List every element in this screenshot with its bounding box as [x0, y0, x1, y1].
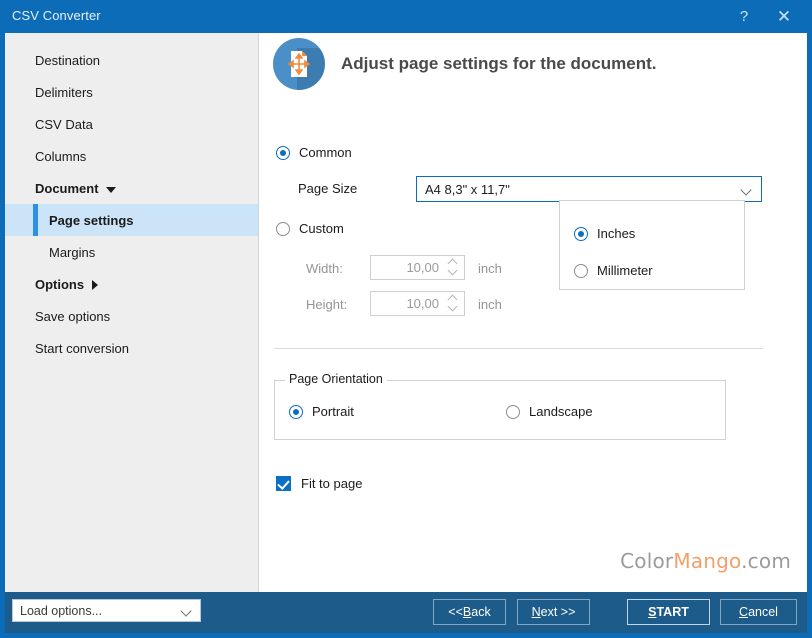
window-title: CSV Converter	[12, 8, 101, 23]
start-button-suffix: TART	[656, 605, 688, 619]
sidebar-item-label: Start conversion	[35, 341, 129, 356]
height-stepper[interactable]: 10,00	[370, 291, 465, 316]
watermark-part2: Mango	[673, 549, 741, 573]
radio-custom[interactable]: Custom	[276, 221, 344, 236]
sidebar-item-margins[interactable]: Margins	[5, 236, 258, 268]
page-size-select[interactable]: A4 8,3" x 11,7"	[416, 176, 762, 202]
sidebar-item-label: CSV Data	[35, 117, 93, 132]
application-window: CSV Converter ? ✕ Destination Delimiters…	[0, 0, 812, 638]
radio-millimeter-indicator	[574, 264, 588, 278]
width-unit-label: inch	[478, 261, 502, 276]
sidebar-group-label: Options	[35, 277, 84, 292]
sidebar-item-columns[interactable]: Columns	[5, 140, 258, 172]
radio-inches[interactable]: Inches	[574, 226, 635, 241]
content-pane: Adjust page settings for the document. C…	[260, 33, 807, 600]
start-button-accel: S	[648, 605, 656, 619]
watermark-part3: .com	[741, 549, 791, 573]
page-size-value: A4 8,3" x 11,7"	[425, 182, 510, 197]
checkbox-indicator	[276, 476, 291, 491]
radio-custom-indicator	[276, 222, 290, 236]
radio-common-label: Common	[299, 145, 352, 160]
sidebar-item-label: Save options	[35, 309, 110, 324]
load-options-value: Load options...	[20, 604, 102, 618]
start-button[interactable]: START	[627, 599, 710, 625]
radio-landscape-label: Landscape	[529, 404, 593, 419]
sidebar: Destination Delimiters CSV Data Columns …	[5, 33, 259, 600]
radio-common[interactable]: Common	[276, 145, 352, 160]
caret-down-icon	[106, 187, 116, 193]
close-icon[interactable]: ✕	[764, 0, 804, 33]
sidebar-group-document[interactable]: Document	[5, 172, 258, 204]
bottom-toolbar: Load options... << Back Next >> START Ca…	[5, 592, 807, 633]
height-unit-label: inch	[478, 297, 502, 312]
radio-inches-indicator	[574, 227, 588, 241]
sidebar-item-page-settings[interactable]: Page settings	[5, 204, 258, 236]
sidebar-group-label: Document	[35, 181, 99, 196]
radio-millimeter-label: Millimeter	[597, 263, 653, 278]
sidebar-item-save-options[interactable]: Save options	[5, 300, 258, 332]
spinner-arrows-icon[interactable]	[445, 256, 462, 279]
radio-portrait[interactable]: Portrait	[289, 404, 354, 419]
radio-portrait-indicator	[289, 405, 303, 419]
width-label: Width:	[306, 261, 343, 276]
width-value: 10,00	[371, 260, 445, 275]
height-label: Height:	[306, 297, 347, 312]
radio-landscape-indicator	[506, 405, 520, 419]
fit-to-page-label: Fit to page	[301, 476, 362, 491]
spinner-arrows-icon[interactable]	[445, 292, 462, 315]
help-icon[interactable]: ?	[724, 0, 764, 33]
sidebar-group-options[interactable]: Options	[5, 268, 258, 300]
radio-inches-label: Inches	[597, 226, 635, 241]
sidebar-item-label: Page settings	[49, 213, 134, 228]
section-divider	[274, 348, 763, 349]
page-title: Adjust page settings for the document.	[341, 54, 656, 74]
cancel-button-suffix: ancel	[748, 605, 778, 619]
sidebar-item-csv-data[interactable]: CSV Data	[5, 108, 258, 140]
caret-right-icon	[92, 280, 98, 290]
back-button-accel: B	[463, 605, 471, 619]
load-options-select[interactable]: Load options...	[12, 599, 201, 622]
radio-millimeter[interactable]: Millimeter	[574, 263, 653, 278]
next-button-suffix: ext >>	[541, 605, 576, 619]
radio-common-indicator	[276, 146, 290, 160]
sidebar-item-start-conversion[interactable]: Start conversion	[5, 332, 258, 364]
page-size-label: Page Size	[298, 181, 357, 196]
page-resize-icon	[273, 38, 325, 90]
cancel-button[interactable]: Cancel	[720, 599, 797, 625]
page-orientation-group: Page Orientation Portrait Landscape	[274, 380, 726, 440]
back-button-prefix: <<	[448, 605, 463, 619]
sidebar-item-label: Columns	[35, 149, 86, 164]
watermark: ColorMango.com	[620, 549, 791, 573]
radio-landscape[interactable]: Landscape	[506, 404, 593, 419]
cancel-button-accel: C	[739, 605, 748, 619]
next-button-accel: N	[532, 605, 541, 619]
sidebar-item-delimiters[interactable]: Delimiters	[5, 76, 258, 108]
back-button[interactable]: << Back	[433, 599, 506, 625]
back-button-suffix: ack	[471, 605, 490, 619]
sidebar-item-label: Delimiters	[35, 85, 93, 100]
window-body: Destination Delimiters CSV Data Columns …	[5, 33, 807, 600]
title-bar: CSV Converter ? ✕	[0, 0, 812, 33]
next-button[interactable]: Next >>	[517, 599, 590, 625]
radio-portrait-label: Portrait	[312, 404, 354, 419]
width-stepper[interactable]: 10,00	[370, 255, 465, 280]
sidebar-item-label: Margins	[49, 245, 95, 260]
sidebar-item-destination[interactable]: Destination	[5, 44, 258, 76]
fit-to-page-checkbox[interactable]: Fit to page	[276, 476, 362, 491]
chevron-down-icon	[181, 607, 193, 614]
watermark-part1: Color	[620, 549, 673, 573]
page-header: Adjust page settings for the document.	[273, 38, 656, 90]
height-value: 10,00	[371, 296, 445, 311]
sidebar-item-label: Destination	[35, 53, 100, 68]
units-group: Inches Millimeter	[559, 200, 745, 290]
chevron-down-icon	[741, 186, 753, 193]
page-orientation-legend: Page Orientation	[285, 372, 387, 386]
radio-custom-label: Custom	[299, 221, 344, 236]
